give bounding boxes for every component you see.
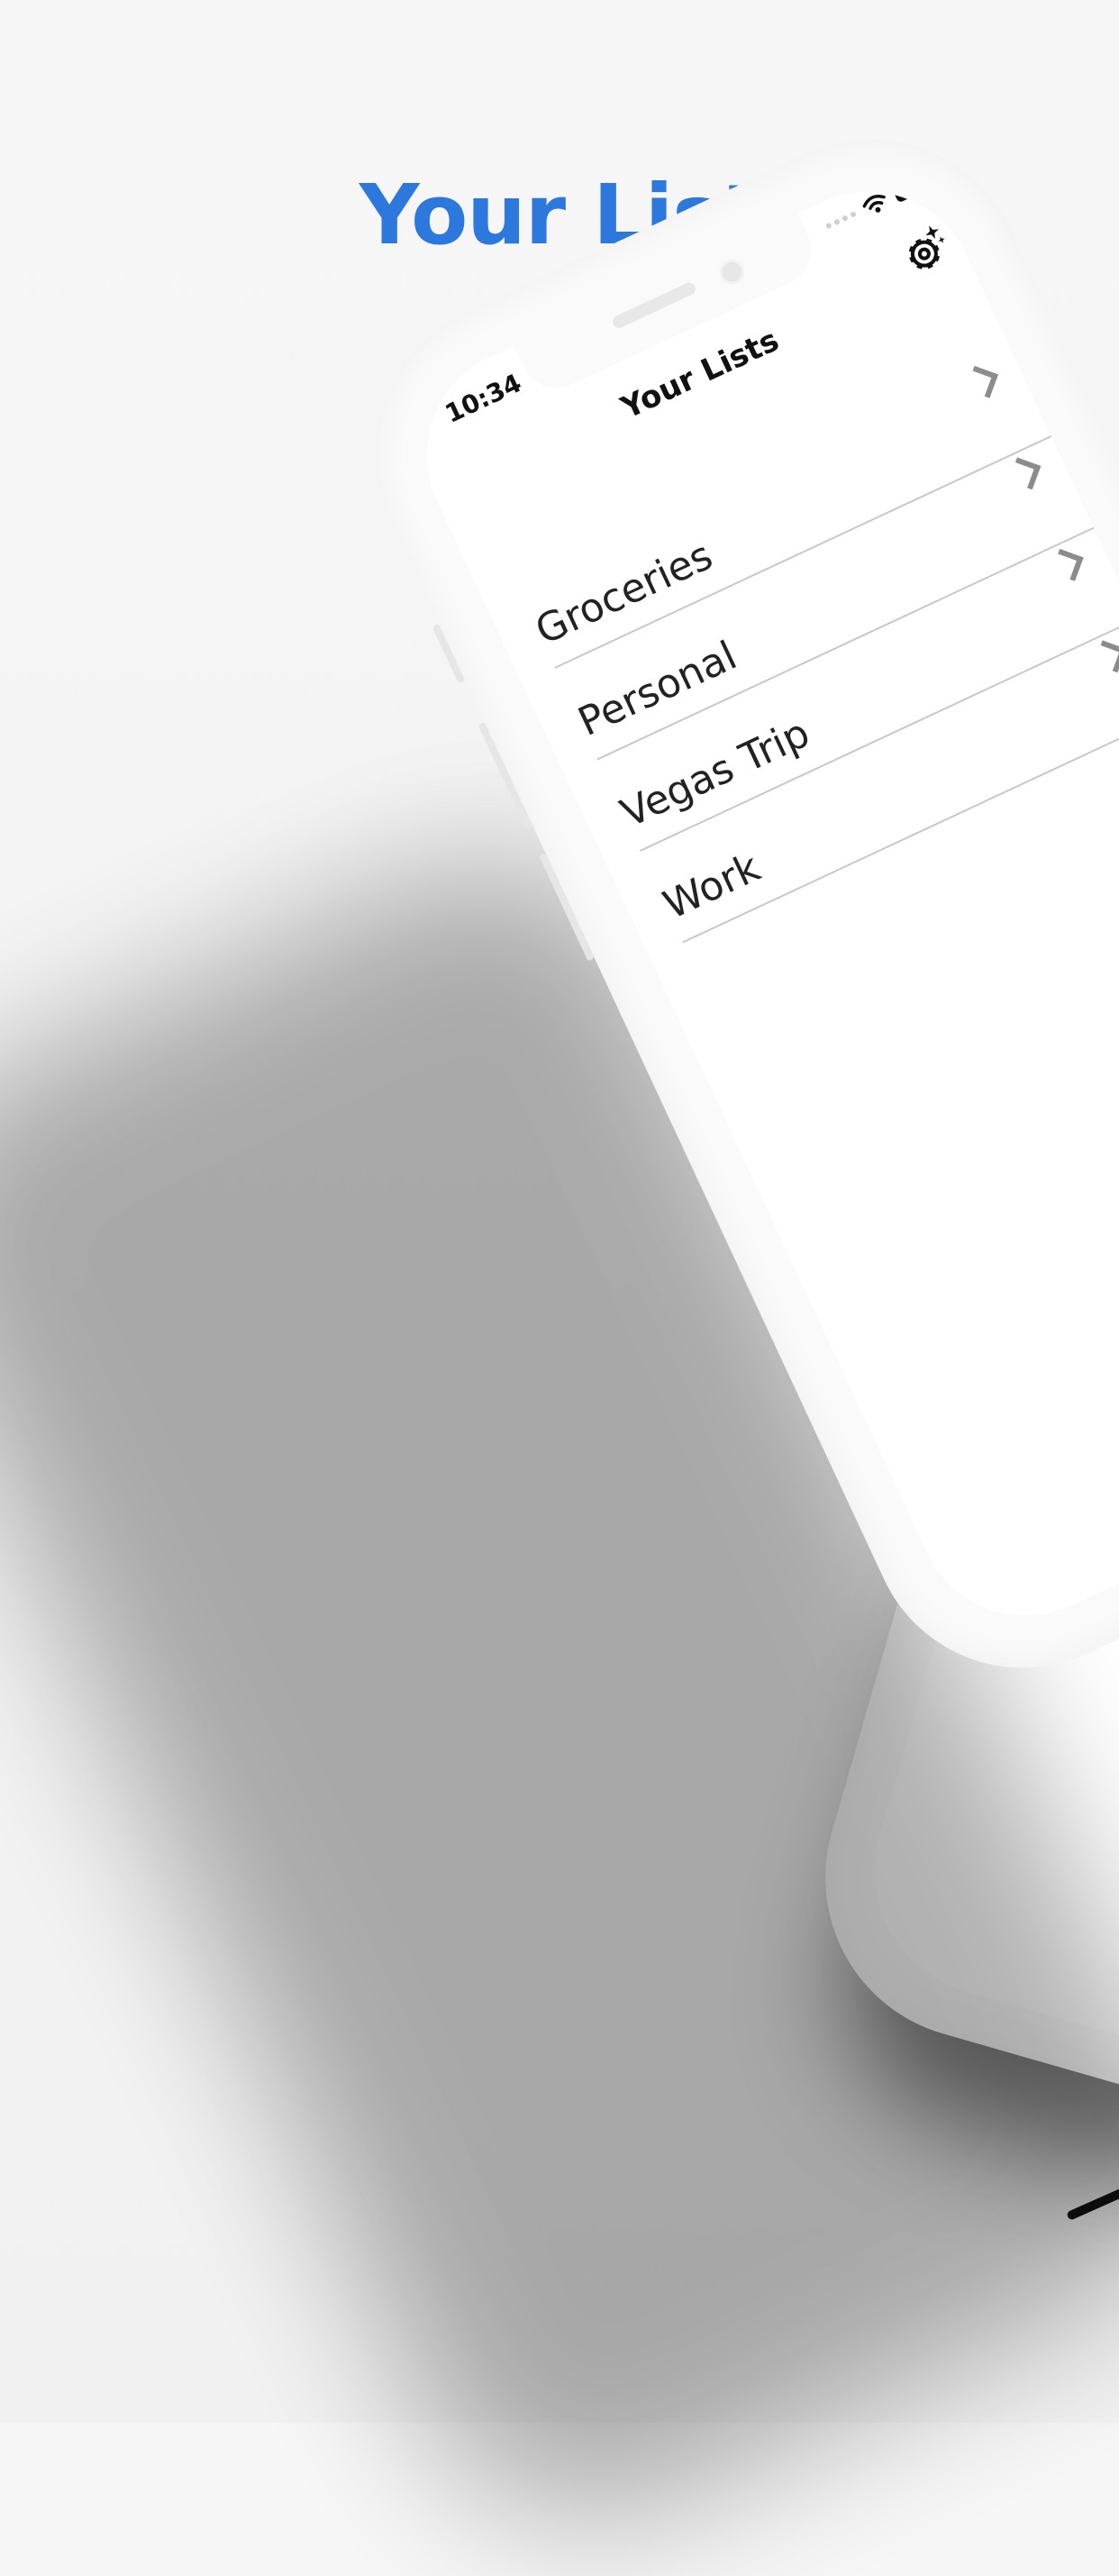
front-camera — [714, 255, 750, 289]
chevron-right-icon — [1051, 548, 1084, 581]
chevron-right-icon — [1008, 457, 1042, 490]
status-indicators — [822, 170, 932, 235]
volume-up-button — [478, 721, 534, 831]
wifi-icon — [862, 195, 886, 213]
status-time: 10:34 — [441, 368, 526, 429]
chevron-right-icon — [1094, 640, 1119, 673]
speaker-grille — [610, 280, 698, 331]
mute-switch — [432, 623, 466, 684]
chevron-right-icon — [966, 365, 998, 398]
list-item-label: Work — [656, 844, 768, 929]
cellular-signal-icon — [824, 210, 858, 230]
battery-icon — [891, 171, 932, 204]
